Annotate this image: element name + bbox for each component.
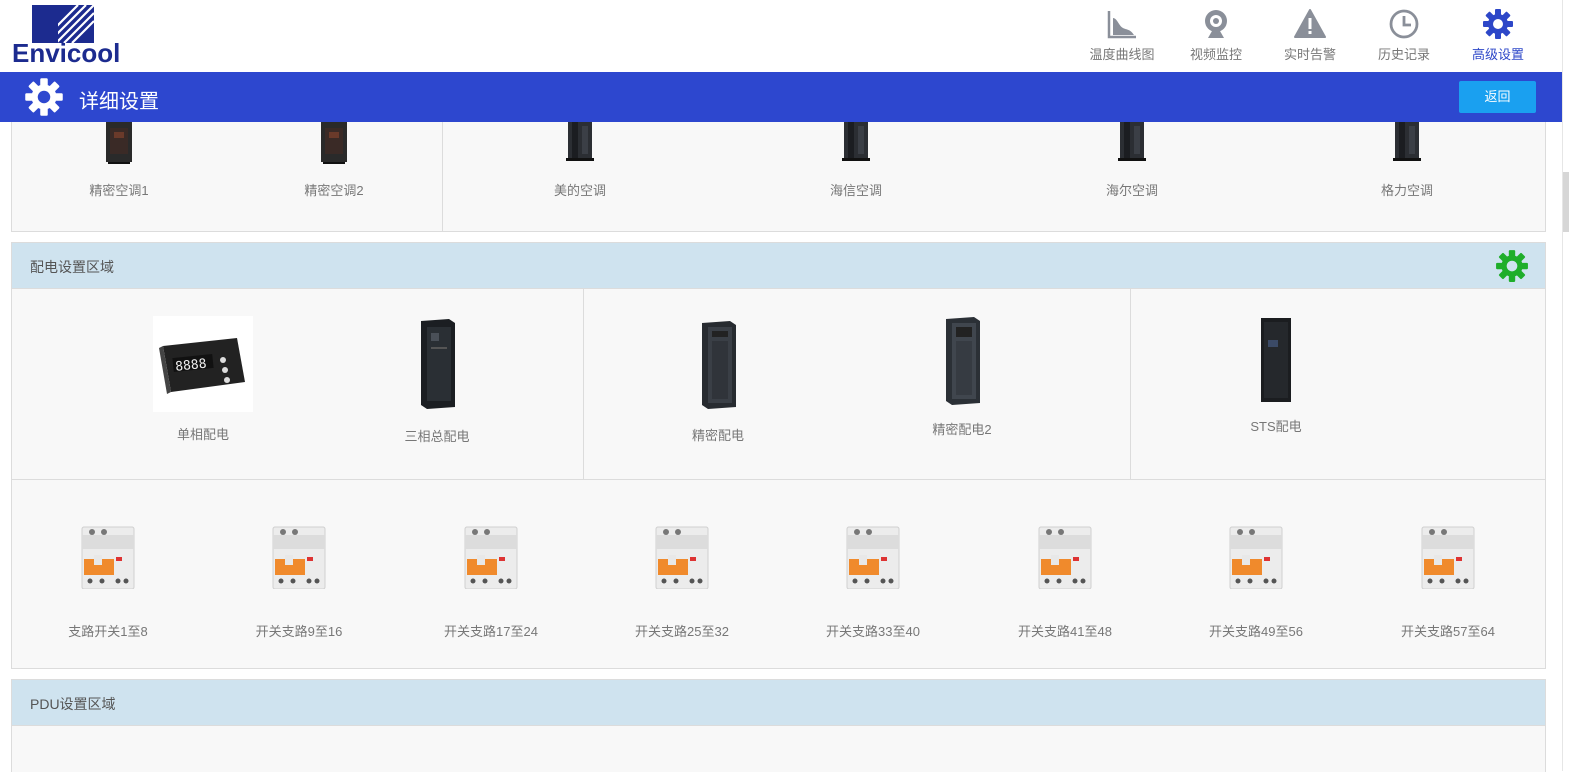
precision-pdu-cabinet-icon [946,317,980,405]
clock-icon [1389,9,1419,39]
power-divider-h [12,479,1545,480]
branch-switch-label: 开关支路25至32 [635,624,729,639]
branch-switch-label: 开关支路57至64 [1401,624,1495,639]
power-device-label: STS配电 [1250,419,1302,434]
ac-label: 海信空调 [829,183,882,198]
nav-temperature-curve[interactable]: 温度曲线图 [1075,6,1169,66]
power-section-header: 配电设置区域 [12,243,1545,289]
circuit-breaker-icon [1038,526,1092,589]
branch-switch-item[interactable]: 开关支路41至48 [1015,525,1115,640]
branch-switch-item[interactable]: 开关支路49至56 [1206,525,1306,640]
three-phase-cabinet-icon [421,319,455,409]
ac-cabinet-icon [566,122,594,161]
power-divider [1130,289,1131,479]
power-device-item[interactable]: 精密配电 [658,321,778,444]
top-header: Envicool 温度曲线图 视频监控 实时告警 历史记录 高级设置 [0,0,1585,72]
power-device-label: 精密配电 [691,428,744,443]
circuit-breaker-icon [1421,526,1475,589]
ac-label: 海尔空调 [1105,183,1158,198]
ac-item[interactable]: 海尔空调 [1082,122,1182,199]
power-section-title: 配电设置区域 [30,259,114,275]
page-title-bar: 详细设置 [0,72,1562,122]
power-divider [583,289,584,479]
warning-icon [1294,9,1326,38]
power-device-item[interactable]: 8888 单相配电 [143,316,263,443]
top-nav: 温度曲线图 视频监控 实时告警 历史记录 高级设置 [1075,6,1545,66]
branch-switch-label: 开关支路17至24 [444,624,538,639]
ac-item[interactable]: 海信空调 [806,122,906,199]
branch-switch-item[interactable]: 开关支路33至40 [823,525,923,640]
ac-item[interactable]: 格力空调 [1357,122,1457,199]
power-device-item[interactable]: 三相总配电 [377,319,497,445]
pdu-section-title: PDU设置区域 [30,696,116,712]
circuit-breaker-icon [655,526,709,589]
logo-text: Envicool [12,38,121,68]
ac-cabinet-icon [842,122,870,161]
branch-switch-label: 支路开关1至8 [68,624,148,639]
pdu-section: PDU设置区域 [11,679,1546,772]
back-button[interactable]: 返回 [1459,81,1536,113]
gear-icon [1483,9,1513,39]
page-title: 详细设置 [79,91,159,113]
nav-label: 实时告警 [1283,47,1336,62]
nav-realtime-alarm[interactable]: 实时告警 [1263,6,1357,66]
area-chart-icon [1107,11,1136,39]
branch-switch-label: 开关支路49至56 [1209,624,1303,639]
precision-ac-cabinet-icon [321,122,347,164]
nav-label: 历史记录 [1377,47,1430,62]
ac-item[interactable]: 美的空调 [530,122,630,199]
nav-advanced-settings[interactable]: 高级设置 [1451,6,1545,66]
power-device-label: 三相总配电 [404,429,470,444]
power-device-item[interactable]: 精密配电2 [902,317,1022,438]
circuit-breaker-icon [272,526,326,589]
pdu-section-header: PDU设置区域 [12,680,1545,726]
branch-switch-label: 开关支路41至48 [1018,624,1112,639]
page-scrollbar[interactable] [1562,0,1585,771]
power-section: 配电设置区域 8888 单相配电 三相总配电 精密配电 精密配电2 STS配电 … [11,242,1546,669]
circuit-breaker-icon [81,526,135,589]
branch-switch-item[interactable]: 开关支路25至32 [632,525,732,640]
branch-switch-label: 开关支路9至16 [255,624,343,639]
branch-switch-item[interactable]: 开关支路57至64 [1398,525,1498,640]
branch-switch-item[interactable]: 开关支路17至24 [441,525,541,640]
nav-label: 温度曲线图 [1089,47,1155,62]
branch-switch-item[interactable]: 开关支路9至16 [249,525,349,640]
ac-label: 格力空调 [1380,183,1433,198]
circuit-breaker-icon [464,526,518,589]
ac-item[interactable]: 精密空调2 [284,122,384,199]
ac-item[interactable]: 精密空调1 [69,122,169,199]
branch-switch-label: 开关支路33至40 [826,624,920,639]
sts-cabinet-icon [1261,318,1291,402]
scrollbar-thumb[interactable] [1563,172,1569,232]
camera-icon [1205,10,1227,38]
ac-section: 精密空调1 精密空调2 美的空调 海信空调 海尔空调 格力空调 [11,122,1546,232]
power-device-item[interactable]: STS配电 [1216,318,1336,435]
nav-label: 高级设置 [1471,47,1524,62]
ac-cabinet-icon [1118,122,1146,161]
ac-divider [442,122,443,231]
precision-ac-cabinet-icon [106,122,132,164]
precision-pdu-cabinet-icon [702,321,736,409]
power-device-label: 精密配电2 [932,422,992,437]
branch-switch-item[interactable]: 支路开关1至8 [58,525,158,640]
envicool-logo: Envicool [12,5,140,67]
circuit-breaker-icon [1229,526,1283,589]
single-phase-meter-icon: 8888 [153,316,253,412]
ac-label: 精密空调1 [89,183,149,198]
settings-gear-icon [25,78,63,116]
ac-cabinet-icon [1393,122,1421,161]
nav-label: 视频监控 [1189,47,1242,62]
power-device-label: 单相配电 [176,427,229,442]
ac-label: 精密空调2 [304,183,364,198]
section-settings-gear-icon[interactable] [1495,249,1529,283]
circuit-breaker-icon [846,526,900,589]
ac-label: 美的空调 [553,183,606,198]
nav-history[interactable]: 历史记录 [1357,6,1451,66]
nav-video-monitor[interactable]: 视频监控 [1169,6,1263,66]
